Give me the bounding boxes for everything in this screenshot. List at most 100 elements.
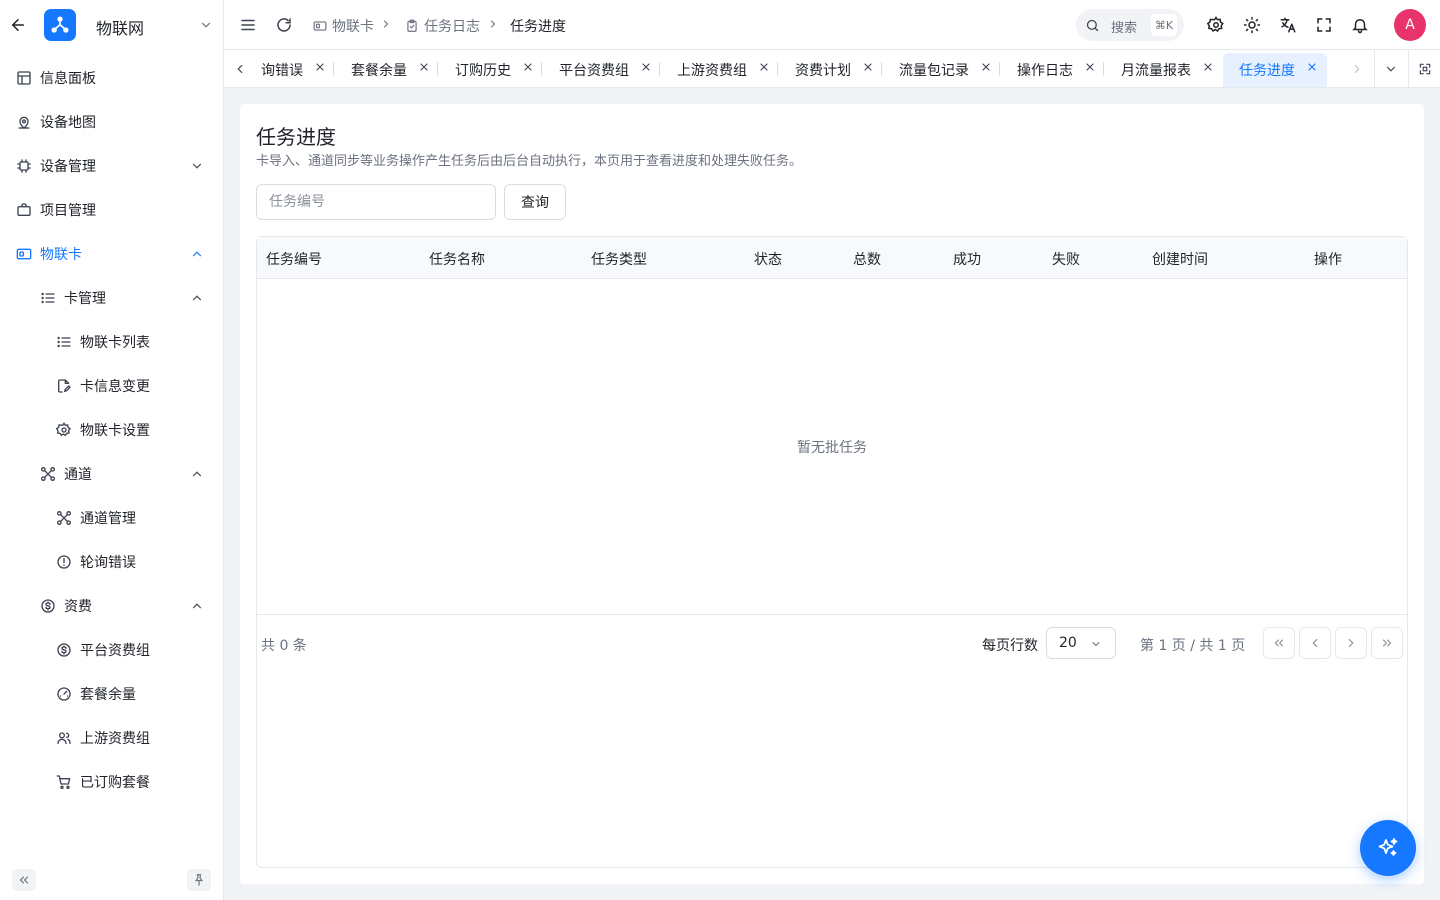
top-header: 物联卡 任务日志 任务进度 搜索 ⌘K A	[224, 0, 1440, 50]
tab-order-history[interactable]: 订购历史	[455, 53, 511, 87]
tab-divider	[999, 62, 1000, 76]
tab-divider	[541, 62, 542, 76]
gear-icon	[56, 422, 72, 438]
tab-platform-tariff-group[interactable]: 平台资费组	[559, 53, 629, 87]
table-header: 任务编号 任务名称 任务类型 状态 总数 成功 失败 创建时间 操作	[257, 237, 1407, 279]
tab-operation-log[interactable]: 操作日志	[1017, 53, 1073, 87]
list-icon	[40, 290, 56, 306]
sidebar-item-device-management[interactable]: 设备管理	[0, 144, 223, 188]
ai-assistant-button[interactable]	[1360, 820, 1416, 876]
close-icon[interactable]	[314, 61, 326, 73]
close-icon[interactable]	[1306, 61, 1318, 73]
task-id-input[interactable]	[256, 184, 496, 220]
sidebar-item-device-map[interactable]: 设备地图	[0, 100, 223, 144]
close-icon[interactable]	[758, 61, 770, 73]
close-icon[interactable]	[1084, 61, 1096, 73]
query-button[interactable]: 查询	[504, 184, 566, 220]
network-icon	[40, 466, 56, 482]
column-header: 任务名称	[429, 252, 485, 268]
sidebar-item-channel-management[interactable]: 通道管理	[0, 496, 223, 540]
rows-per-page-select[interactable]: 20	[1046, 627, 1116, 659]
arrow-left-icon[interactable]	[9, 16, 27, 34]
tab-monthly-traffic-report[interactable]: 月流量报表	[1121, 53, 1191, 87]
rows-per-page-value: 20	[1059, 635, 1077, 651]
sidebar-item-iot-card[interactable]: 物联卡	[0, 232, 223, 276]
tab-label: 上游资费组	[677, 63, 747, 79]
sidebar-item-card-management[interactable]: 卡管理	[0, 276, 223, 320]
close-icon[interactable]	[640, 61, 652, 73]
sim-card-icon	[313, 19, 327, 33]
maximize-icon	[1419, 63, 1430, 74]
sim-card-icon	[16, 246, 32, 262]
close-icon[interactable]	[1202, 61, 1214, 73]
sidebar-item-channel[interactable]: 通道	[0, 452, 223, 496]
sidebar-item-label: 已订购套餐	[80, 775, 150, 791]
prev-page-button[interactable]	[1299, 627, 1331, 659]
empty-state-text: 暂无批任务	[797, 439, 867, 456]
close-icon[interactable]	[980, 61, 992, 73]
sidebar-item-polling-errors[interactable]: 轮询错误	[0, 540, 223, 584]
sidebar-item-package-balance[interactable]: 套餐余量	[0, 672, 223, 716]
sidebar-item-label: 轮询错误	[80, 555, 136, 571]
tab-label: 平台资费组	[559, 63, 629, 79]
sparkles-icon	[1378, 838, 1398, 856]
sidebar-item-platform-tariff-group[interactable]: 平台资费组	[0, 628, 223, 672]
sidebar-item-upstream-tariff-group[interactable]: 上游资费组	[0, 716, 223, 760]
breadcrumb-current: 任务进度	[510, 16, 566, 36]
chevrons-left-icon	[1274, 639, 1284, 647]
close-icon[interactable]	[522, 61, 534, 73]
tabs-scroll-left-button[interactable]	[224, 50, 256, 87]
list-icon	[56, 334, 72, 350]
last-page-button[interactable]	[1371, 627, 1403, 659]
tab-package-balance[interactable]: 套餐余量	[351, 53, 407, 87]
app-name[interactable]: 物联网	[96, 15, 144, 39]
chevron-up-icon	[190, 247, 204, 261]
breadcrumb-item[interactable]: 任务日志	[405, 16, 480, 36]
tab-label: 月流量报表	[1121, 63, 1191, 79]
translate-icon[interactable]	[1279, 16, 1297, 34]
chevron-down-icon	[1090, 638, 1102, 650]
sidebar-item-subscribed-packages[interactable]: 已订购套餐	[0, 760, 223, 804]
avatar[interactable]: A	[1394, 9, 1426, 41]
alert-circle-icon	[56, 554, 72, 570]
search-shortcut: ⌘K	[1151, 14, 1177, 36]
sidebar-item-card-list[interactable]: 物联卡列表	[0, 320, 223, 364]
collapse-sidebar-button[interactable]	[12, 869, 36, 891]
sidebar-item-project-management[interactable]: 项目管理	[0, 188, 223, 232]
tab-divider	[1103, 62, 1104, 76]
sidebar-item-card-settings[interactable]: 物联卡设置	[0, 408, 223, 452]
tabs-dropdown-button[interactable]	[1374, 50, 1406, 87]
menu-icon[interactable]	[239, 16, 257, 34]
tabs-scroll-right-button[interactable]	[1341, 50, 1373, 87]
tab-label: 操作日志	[1017, 63, 1073, 79]
tabs-maximize-button[interactable]	[1408, 50, 1440, 87]
search-box[interactable]: 搜索 ⌘K	[1076, 9, 1184, 41]
breadcrumb-item[interactable]: 物联卡	[313, 16, 374, 36]
pin-sidebar-button[interactable]	[187, 869, 211, 891]
chevron-down-icon[interactable]	[199, 18, 213, 32]
sidebar: 物联网 信息面板 设备地图 设备管理 项目管理 物联卡 卡管理 物联卡列表 卡信…	[0, 0, 224, 900]
refresh-icon[interactable]	[275, 16, 293, 34]
sun-icon[interactable]	[1243, 16, 1261, 34]
sidebar-item-dashboard[interactable]: 信息面板	[0, 56, 223, 100]
empty-state: 暂无批任务	[257, 279, 1407, 615]
tab-tariff-plan[interactable]: 资费计划	[795, 53, 851, 87]
sidebar-item-label: 通道管理	[80, 511, 136, 527]
sidebar-item-label: 套餐余量	[80, 687, 136, 703]
chevron-down-icon	[1386, 66, 1395, 72]
close-icon[interactable]	[418, 61, 430, 73]
sidebar-item-tariff[interactable]: 资费	[0, 584, 223, 628]
chevron-left-icon	[237, 64, 243, 73]
next-page-button[interactable]	[1335, 627, 1367, 659]
close-icon[interactable]	[862, 61, 874, 73]
first-page-button[interactable]	[1263, 627, 1295, 659]
sidebar-item-card-info-change[interactable]: 卡信息变更	[0, 364, 223, 408]
tab-polling-errors[interactable]: 询错误	[261, 53, 303, 87]
settings-icon[interactable]	[1207, 16, 1225, 34]
column-header: 成功	[953, 252, 981, 268]
tab-upstream-tariff-group[interactable]: 上游资费组	[677, 53, 747, 87]
page-title: 任务进度	[256, 125, 336, 149]
bell-icon[interactable]	[1351, 16, 1369, 34]
tab-data-pack-records[interactable]: 流量包记录	[899, 53, 969, 87]
fullscreen-icon[interactable]	[1315, 16, 1333, 34]
